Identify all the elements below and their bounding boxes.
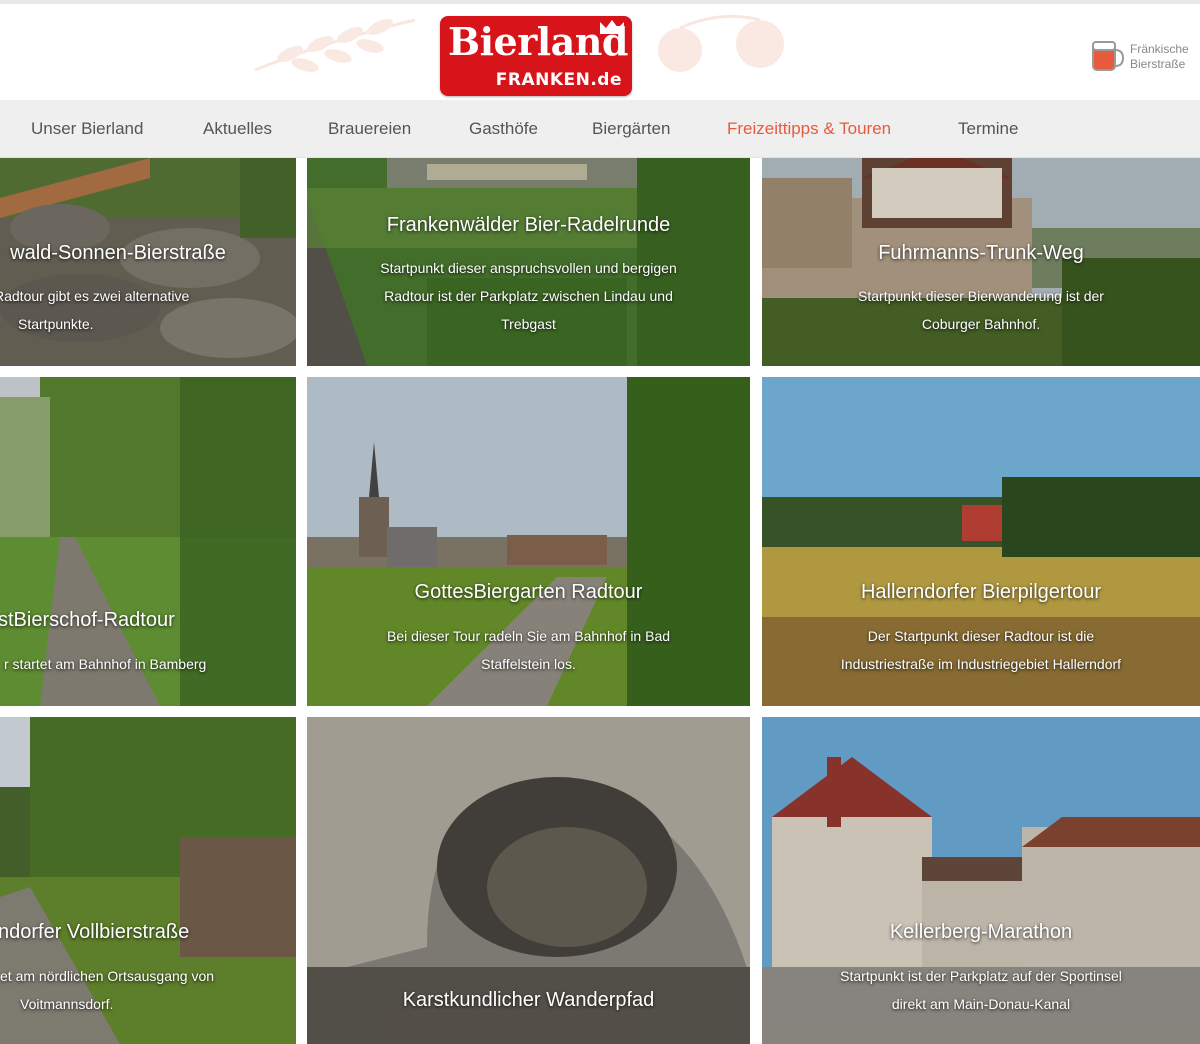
wheat-decoration-icon — [254, 18, 416, 72]
logo-domain: FRANKEN.de — [495, 70, 622, 90]
tour-tile[interactable]: Hallerndorfer Bierpilgertour Der Startpu… — [762, 377, 1200, 706]
tour-description-line: Radtour gibt es zwei alternative — [0, 288, 190, 304]
tour-description: et am nördlichen Ortsausgang von Voitman… — [0, 962, 276, 1018]
tour-description-line: Startpunkt dieser Bierwanderung ist der — [858, 288, 1104, 304]
tour-tile[interactable]: GottesBiergarten Radtour Bei dieser Tour… — [307, 377, 750, 706]
partner-label-line1: Fränkische — [1130, 42, 1189, 56]
nav-item-aktuelles[interactable]: Aktuelles — [203, 100, 272, 158]
tour-tile[interactable]: Frankenwälder Bier-Radelrunde Startpunkt… — [307, 158, 750, 366]
crown-icon — [600, 20, 624, 34]
tour-tile[interactable]: Karstkundlicher Wanderpfad — [307, 717, 750, 1044]
tour-description-line: Radtour ist der Parkplatz zwischen Linda… — [384, 288, 673, 304]
tour-description: r startet am Bahnhof in Bamberg — [4, 650, 276, 678]
partner-label-line2: Bierstraße — [1130, 57, 1186, 71]
partner-label: Fränkische Bierstraße — [1130, 42, 1189, 72]
tour-description-line: Trebgast — [501, 316, 556, 332]
tour-title: wald-Sonnen-Bierstraße — [10, 242, 226, 264]
tour-description-line: Startpunkt dieser anspruchsvollen und be… — [380, 260, 677, 276]
beer-mug-icon — [1092, 41, 1124, 71]
tour-description: Radtour gibt es zwei alternative Startpu… — [0, 282, 276, 338]
tour-description-line: Startpunkt ist der Parkplatz auf der Spo… — [840, 968, 1122, 984]
nav-item-brauereien[interactable]: Brauereien — [328, 100, 411, 158]
tour-title: GottesBiergarten Radtour — [414, 581, 643, 603]
tour-description: Startpunkt dieser anspruchsvollen und be… — [327, 254, 730, 338]
tour-description-line: r startet am Bahnhof in Bamberg — [4, 656, 207, 672]
tour-description: Bei dieser Tour radeln Sie am Bahnhof in… — [327, 622, 730, 678]
tour-description-line: Der Startpunkt dieser Radtour ist die — [867, 628, 1095, 644]
tour-title: ndorfer Vollbierstraße — [0, 921, 190, 943]
tour-tile[interactable]: Fuhrmanns-Trunk-Weg Startpunkt dieser Bi… — [762, 158, 1200, 366]
site-header: Bierland FRANKEN.de Fränkische Bierstraß… — [0, 0, 1200, 100]
tour-title: Frankenwälder Bier-Radelrunde — [386, 214, 671, 236]
tour-tile[interactable]: Kellerberg-Marathon Startpunkt ist der P… — [762, 717, 1200, 1044]
tour-description-line: Startpunkte. — [18, 316, 94, 332]
tour-description: Startpunkt ist der Parkplatz auf der Spo… — [782, 962, 1180, 1018]
tour-description-line: Staffelstein los. — [481, 656, 576, 672]
tour-description-line: Coburger Bahnhof. — [921, 316, 1041, 332]
tour-title: Kellerberg-Marathon — [889, 921, 1073, 943]
tour-description-line: et am nördlichen Ortsausgang von — [0, 968, 215, 984]
tour-description-line: direkt am Main-Donau-Kanal — [891, 996, 1071, 1012]
tour-tile[interactable]: wald-Sonnen-Bierstraße Radtour gibt es z… — [0, 158, 296, 366]
tour-tile[interactable]: ndorfer Vollbierstraße et am nördlichen … — [0, 717, 296, 1044]
tour-title: Hallerndorfer Bierpilgertour — [860, 581, 1102, 603]
bierstrasse-partner-link[interactable]: Fränkische Bierstraße — [1090, 38, 1200, 78]
tour-description-line: Voitmannsdorf. — [20, 996, 114, 1012]
main-navigation: Unser Bierland Aktuelles Brauereien Gast… — [0, 100, 1200, 158]
tour-description-line: Bei dieser Tour radeln Sie am Bahnhof in… — [386, 628, 671, 644]
tour-tile[interactable]: stBierschof-Radtour r startet am Bahnhof… — [0, 377, 296, 706]
tour-description: Startpunkt dieser Bierwanderung ist der … — [782, 282, 1180, 338]
hops-decoration-icon — [658, 14, 784, 72]
tour-title: Fuhrmanns-Trunk-Weg — [878, 242, 1084, 264]
nav-item-gasthoefe[interactable]: Gasthöfe — [469, 100, 538, 158]
tour-description-line: Industriestraße im Industriegebiet Halle… — [840, 656, 1122, 672]
nav-item-unser-bierland[interactable]: Unser Bierland — [31, 100, 143, 158]
tour-title: Karstkundlicher Wanderpfad — [402, 989, 655, 1011]
tour-title: stBierschof-Radtour — [0, 609, 175, 631]
tour-description: Der Startpunkt dieser Radtour ist die In… — [782, 622, 1180, 678]
nav-item-biergaerten[interactable]: Biergärten — [592, 100, 670, 158]
nav-item-termine[interactable]: Termine — [958, 100, 1018, 158]
site-logo[interactable]: Bierland FRANKEN.de — [440, 16, 632, 96]
nav-item-freizeittipps[interactable]: Freizeittipps & Touren — [727, 100, 891, 158]
